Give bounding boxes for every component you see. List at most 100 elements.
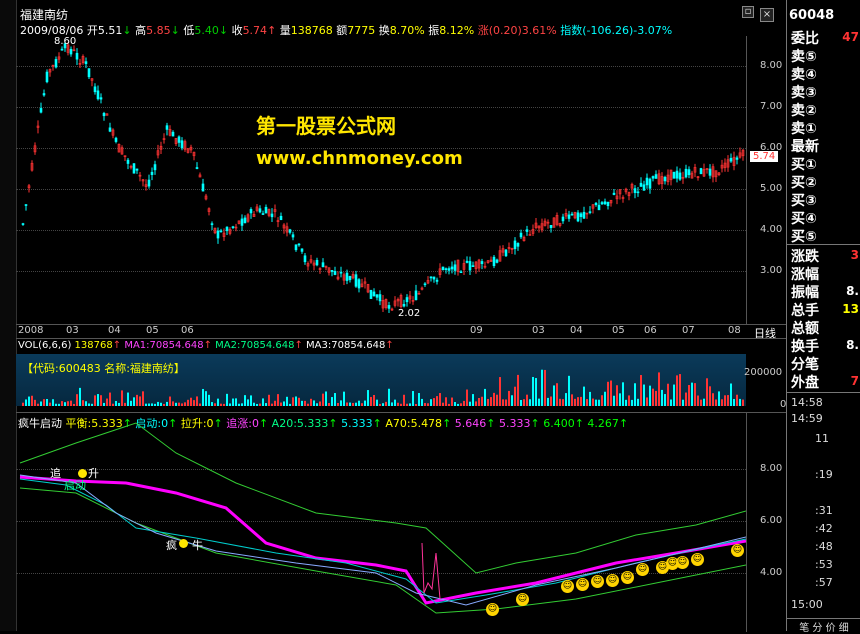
sell-2: 卖② bbox=[791, 103, 817, 119]
candle-body bbox=[375, 294, 379, 298]
restore-button[interactable]: ▫ bbox=[742, 6, 754, 18]
volume-bar bbox=[220, 403, 222, 406]
volume-panel[interactable]: VOL(6,6,6) 138768↑ MA1:70854.648↑ MA2:70… bbox=[16, 338, 786, 413]
volume-bar bbox=[40, 401, 42, 406]
candle-body bbox=[93, 86, 97, 93]
buy-5: 买⑤ bbox=[791, 229, 817, 245]
candle-body bbox=[441, 266, 445, 271]
volume-bar bbox=[562, 399, 564, 406]
date-label: 06 bbox=[644, 325, 657, 336]
candle-body bbox=[135, 168, 139, 171]
close-button[interactable]: × bbox=[760, 8, 774, 22]
date-label: 2008 bbox=[18, 325, 44, 336]
volume-bar bbox=[166, 401, 168, 406]
volume-bar bbox=[739, 398, 741, 406]
volume-bar bbox=[58, 403, 60, 406]
bottom-tabs[interactable]: 笔 分 价 细 bbox=[787, 618, 860, 634]
volume-bars bbox=[22, 369, 744, 406]
date-label: 03 bbox=[532, 325, 545, 336]
volume-bar bbox=[487, 398, 489, 406]
volume-bar bbox=[475, 401, 477, 406]
volume-bar bbox=[88, 403, 90, 406]
volume-bar bbox=[46, 398, 48, 406]
volume-bar bbox=[574, 398, 576, 406]
volume-bar bbox=[454, 402, 456, 406]
indicator-lines bbox=[19, 422, 746, 614]
volume-bar bbox=[187, 399, 189, 406]
volume-bar bbox=[580, 396, 582, 406]
volume-bar bbox=[676, 375, 678, 406]
candle-body bbox=[114, 137, 118, 142]
volume-bar bbox=[343, 391, 345, 406]
volume-bar bbox=[409, 403, 411, 406]
volume-value: 138768 bbox=[74, 340, 113, 351]
y-tick: 8.00 bbox=[760, 60, 783, 71]
candle-body bbox=[21, 223, 25, 225]
stat-value: 8. bbox=[846, 338, 859, 352]
volume-bar bbox=[385, 401, 387, 406]
candle-body bbox=[132, 163, 136, 174]
volume-bar bbox=[316, 403, 318, 406]
volume-bar bbox=[628, 395, 630, 406]
candle-body bbox=[291, 234, 295, 238]
candle-body bbox=[354, 274, 358, 287]
candle-body bbox=[372, 291, 376, 297]
price-panel[interactable]: 8.00 7.00 6.00 5.00 4.00 3.00 5.74 8.60 … bbox=[16, 36, 786, 324]
volume-bar bbox=[637, 398, 639, 406]
volume-bar bbox=[289, 403, 291, 406]
candle-body bbox=[321, 262, 325, 268]
candle-body bbox=[672, 171, 676, 179]
app-window: 福建南纺 ▫ × 2009/08/06 开5.51↓ 高5.85↓ 低5.40↓… bbox=[0, 0, 860, 634]
candle-body bbox=[423, 283, 427, 286]
candle-body bbox=[735, 157, 739, 160]
volume-bar bbox=[490, 397, 492, 406]
volume-bar bbox=[556, 383, 558, 406]
volume-bar bbox=[694, 383, 696, 406]
tick-time: 14:58 bbox=[791, 396, 823, 409]
volume-bar bbox=[706, 378, 708, 406]
sell-5: 卖⑤ bbox=[791, 49, 817, 65]
volume-bar bbox=[133, 397, 135, 406]
volume-bar bbox=[703, 398, 705, 406]
stat-label: 总手 bbox=[791, 303, 819, 319]
candle-body bbox=[612, 192, 616, 195]
candle-body bbox=[429, 276, 433, 279]
candle-body bbox=[603, 201, 607, 205]
date-label: 09 bbox=[470, 325, 483, 336]
sell-3: 卖③ bbox=[791, 85, 817, 101]
candle-body bbox=[525, 229, 529, 232]
candle-body bbox=[636, 191, 640, 194]
volume-bar bbox=[541, 369, 543, 406]
volume-bar bbox=[742, 399, 744, 406]
volume-bar bbox=[259, 403, 261, 406]
volume-bar bbox=[256, 403, 258, 406]
volume-bar bbox=[457, 403, 459, 406]
date-axis: 2008 03 04 05 06 09 03 04 05 06 07 08 日线 bbox=[16, 324, 786, 340]
volume-bar bbox=[604, 391, 606, 406]
indicator-panel[interactable]: 疯牛启动 平衡:5.333↑ 启动:0↑ 拉升:0↑ 追涨:0↑ A20:5.3… bbox=[16, 412, 786, 632]
volume-bar bbox=[616, 385, 618, 406]
volume-bar bbox=[349, 402, 351, 406]
smiley-icon: ☺ bbox=[676, 556, 689, 569]
volume-bar bbox=[427, 403, 429, 406]
volume-bar bbox=[400, 403, 402, 406]
signal-dot bbox=[179, 539, 188, 548]
candle-body bbox=[216, 230, 220, 239]
candle-body bbox=[405, 297, 409, 303]
volume-params: VOL(6,6,6) bbox=[18, 340, 72, 351]
volume-bar bbox=[151, 403, 153, 406]
candle-body bbox=[147, 179, 151, 187]
candle-body bbox=[699, 168, 703, 175]
volume-bar bbox=[142, 391, 144, 406]
candle-body bbox=[279, 215, 283, 221]
volume-bar bbox=[535, 378, 537, 406]
candle-body bbox=[243, 217, 247, 224]
volume-bar bbox=[355, 402, 357, 406]
volume-bar bbox=[175, 402, 177, 406]
stat-label: 振幅 bbox=[791, 285, 819, 301]
volume-y-tick: 200000 bbox=[744, 367, 783, 378]
volume-bar bbox=[697, 395, 699, 406]
candle-body bbox=[648, 178, 652, 189]
stat-value: 7 bbox=[850, 374, 859, 388]
volume-bar bbox=[514, 386, 516, 406]
